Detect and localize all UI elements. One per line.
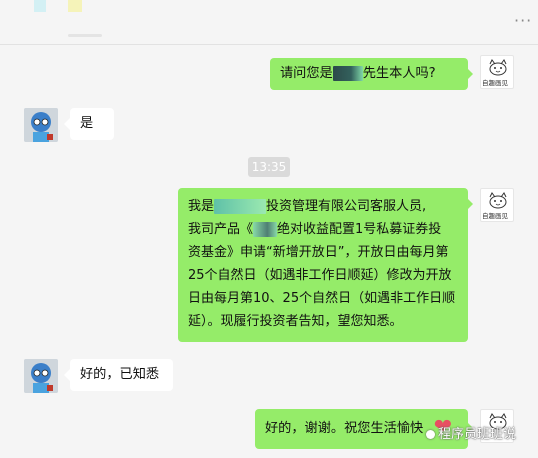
- message-bubble-sent[interactable]: 请问您是 先生本人吗?: [270, 58, 468, 90]
- message-bubble-received[interactable]: 好的，已知悉: [70, 359, 173, 391]
- message-bubble-received[interactable]: 是: [70, 108, 114, 140]
- bubble-tail: [467, 68, 473, 80]
- user-avatar[interactable]: [24, 108, 58, 142]
- user-avatar[interactable]: [24, 359, 58, 393]
- message-line: 我是 投资管理有限公司客服人员,: [188, 199, 427, 214]
- message-bubble-sent[interactable]: 我是 投资管理有限公司客服人员, 我司产品《 绝对收益配置1号私募证券投 资基金》申…: [178, 188, 468, 342]
- message-text: 是: [80, 116, 94, 131]
- bubble-tail: [467, 198, 473, 210]
- cartoon-avatar-icon: [24, 359, 58, 393]
- avatar-caption: 自趣画见: [482, 79, 508, 87]
- blurred-title-fragment: [68, 0, 82, 12]
- avatar-caption: 自趣画见: [482, 212, 508, 220]
- message-text: 好的，已知悉: [80, 367, 160, 382]
- more-icon[interactable]: ···: [514, 12, 531, 30]
- redacted-product: [253, 222, 278, 237]
- cartoon-avatar-icon: [24, 108, 58, 142]
- watermark: 程序员班班说: [426, 424, 516, 446]
- agent-avatar[interactable]: 自趣画见: [480, 55, 514, 89]
- chat-header: ···: [0, 0, 538, 45]
- agent-avatar[interactable]: 自趣画见: [480, 188, 514, 222]
- blurred-title-fragment: [34, 0, 46, 12]
- message-text: 先生本人吗?: [362, 66, 436, 81]
- time-divider: 13:35: [248, 157, 290, 177]
- redacted-name: [332, 65, 363, 81]
- message-text: 资基金》申请“新增开放日”，开放日由每月第25个自然日（如遇非工作日顺延）修改为…: [188, 245, 456, 329]
- message-text: 请问您是: [280, 66, 333, 81]
- message-text: 好的，谢谢。祝您生活愉快: [265, 421, 424, 436]
- message-line: 我司产品《 绝对收益配置1号私募证券投: [188, 222, 442, 237]
- wechat-logo-icon: [426, 430, 435, 439]
- redacted-company: [214, 199, 267, 214]
- blurred-subtitle-fragment: [68, 34, 102, 37]
